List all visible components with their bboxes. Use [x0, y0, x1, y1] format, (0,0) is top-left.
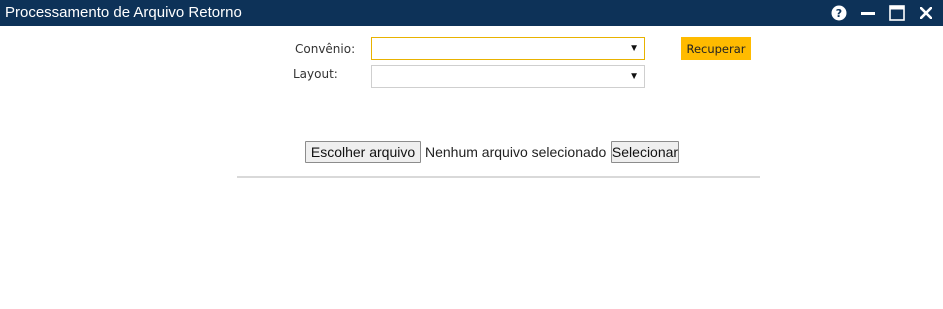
close-button[interactable] — [917, 4, 935, 22]
minimize-icon — [861, 12, 875, 15]
help-circle-icon: ? — [831, 5, 847, 21]
maximize-icon — [889, 5, 905, 21]
file-status-text: Nenhum arquivo selecionado — [425, 144, 607, 160]
selecionar-button[interactable]: Selecionar — [611, 141, 679, 163]
layout-label: Layout: — [293, 67, 338, 81]
close-icon — [920, 7, 932, 19]
convenio-select[interactable]: ▼ — [371, 37, 645, 60]
minimize-button[interactable] — [859, 4, 877, 22]
choose-file-button[interactable]: Escolher arquivo — [305, 141, 421, 163]
title-bar: Processamento de Arquivo Retorno ? — [0, 0, 943, 26]
layout-select[interactable]: ▼ — [371, 65, 645, 88]
maximize-button[interactable] — [888, 4, 906, 22]
help-button[interactable]: ? — [830, 4, 848, 22]
divider — [237, 176, 760, 178]
caret-down-icon: ▼ — [629, 43, 639, 54]
window-title: Processamento de Arquivo Retorno — [5, 4, 242, 21]
recuperar-button[interactable]: Recuperar — [681, 37, 751, 60]
convenio-label: Convênio: — [295, 42, 356, 56]
svg-text:?: ? — [836, 7, 842, 20]
caret-down-icon: ▼ — [629, 71, 639, 82]
